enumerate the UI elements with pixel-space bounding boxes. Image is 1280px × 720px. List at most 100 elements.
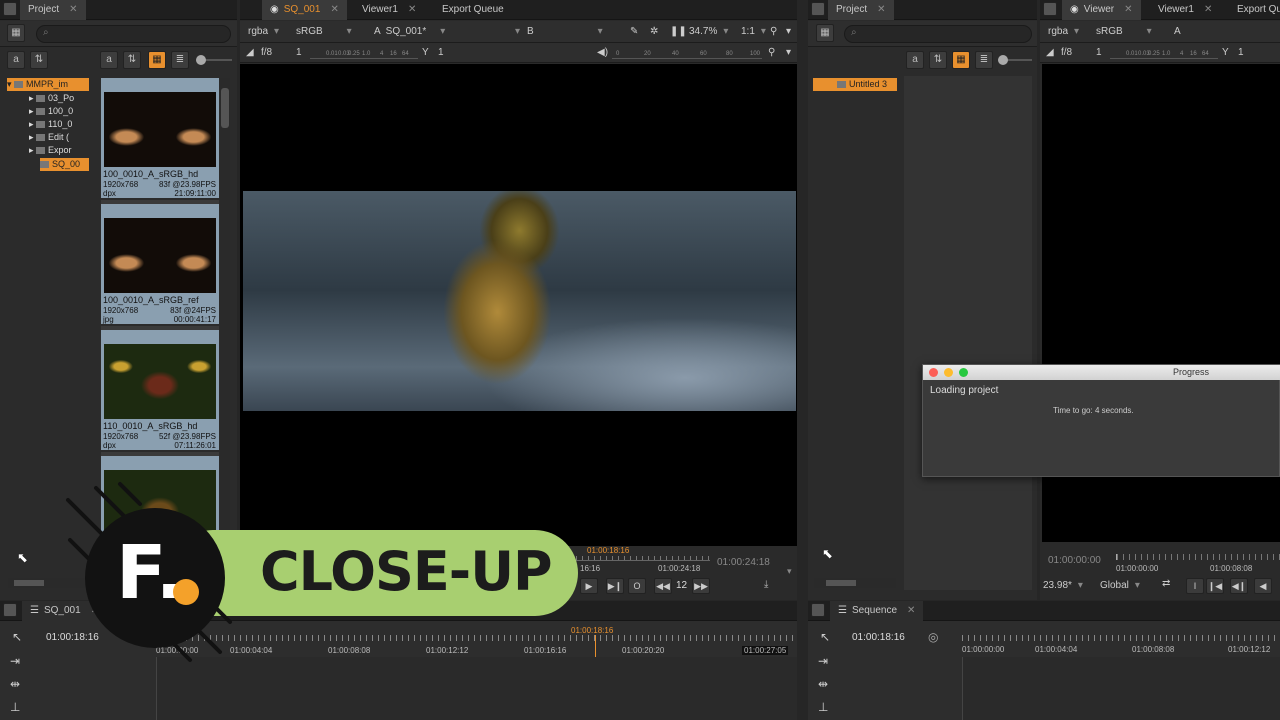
bin-folder-selected[interactable]: SQ_00 (40, 158, 89, 171)
list-view-icon[interactable]: ≣ (171, 51, 189, 69)
viewer-canvas[interactable] (240, 64, 797, 546)
chevron-down-icon[interactable]: ▾ (786, 21, 791, 43)
search-input[interactable]: ⌕ (844, 25, 1032, 43)
sort-order-icon[interactable]: ⇅ (30, 51, 48, 69)
clip-thumbnail[interactable]: 100_0010_A_sRGB_hd 1920x768 83f @23.98FP… (101, 78, 219, 200)
y-value[interactable]: 1 (1238, 43, 1244, 63)
close-window-icon[interactable] (929, 368, 938, 377)
search-input[interactable]: ⌕ (36, 25, 231, 43)
y-value[interactable]: 1 (438, 43, 444, 63)
input-b-select[interactable]: B ▾ (527, 21, 603, 43)
tree-scrollbar[interactable] (814, 578, 896, 588)
bin-folder[interactable]: ▸ Edit ( (29, 131, 69, 144)
timeline-ruler[interactable]: 01:00:00:00 01:00:04:04 01:00:08:08 01:0… (962, 626, 1280, 656)
thumbnail-view-icon[interactable]: ▦ (148, 51, 166, 69)
thumb-size-slider[interactable] (196, 55, 232, 65)
current-timecode[interactable]: 01:00:18:16 (852, 632, 905, 643)
bin-folder[interactable]: ▸ 03_Po (29, 92, 74, 105)
razor-tool-icon[interactable]: ⊥ (10, 700, 20, 714)
clip-thumbnail[interactable]: 110_0010_A_sRGB_hd 1920x768 52f @23.98FP… (101, 330, 219, 452)
gain-ruler[interactable]: 0 20 40 60 80 100 (612, 47, 762, 59)
loop-icon[interactable]: ⇄ (1162, 578, 1170, 589)
channels-select[interactable]: rgba ▾ (1048, 21, 1079, 43)
step-forward-button[interactable]: ▶▶ (692, 578, 710, 594)
tab-project[interactable]: Project ✕ (20, 0, 86, 20)
input-a-select[interactable]: A SQ_001* ▾ (374, 21, 445, 43)
play-button[interactable]: ▶ (580, 578, 598, 594)
step-back-button[interactable]: ◀❙ (1230, 578, 1248, 594)
zoom-select[interactable]: 34.7% ▾ (689, 21, 728, 43)
settings-icon[interactable]: ✲ (650, 21, 658, 43)
zoom-window-icon[interactable] (959, 368, 968, 377)
clip-thumbnail[interactable]: 100_0010_A_sRGB_ref 1920x768 83f @24FPS … (101, 204, 219, 326)
select-tool-icon[interactable]: ↖ (820, 630, 830, 644)
eyedropper-icon[interactable]: ⚲ (770, 21, 777, 43)
sort-order-icon-2[interactable]: ⇅ (123, 51, 141, 69)
frame-value[interactable]: 1 (296, 43, 302, 63)
chevron-down-icon[interactable]: ▾ (787, 566, 792, 577)
sort-az-icon[interactable]: a (7, 51, 25, 69)
sort-order-icon[interactable]: ⇅ (929, 51, 947, 69)
play-reverse-button[interactable]: ◀ (1254, 578, 1272, 594)
minimize-window-icon[interactable] (944, 368, 953, 377)
sort-az-icon[interactable]: a (906, 51, 924, 69)
tab-sq-001[interactable]: ◉ SQ_001 ✕ (262, 0, 347, 20)
exposure-ruler[interactable]: 0.01 0.03 0.25 1.0 4 16 64 (310, 47, 418, 59)
panel-menu-icon[interactable] (3, 603, 17, 617)
right-timeline[interactable]: 01:00:00:00 01:00:08:08 (1116, 550, 1280, 574)
volume-icon[interactable]: ◀) (597, 43, 608, 63)
scope-select[interactable]: Global ▾ (1100, 580, 1140, 591)
pause-icon[interactable]: ❚❚ (670, 21, 687, 43)
select-tool-icon[interactable]: ↖ (12, 630, 22, 644)
channels-select[interactable]: rgba ▾ (248, 21, 279, 43)
track-area[interactable] (156, 657, 797, 720)
panel-menu-icon[interactable] (811, 603, 825, 617)
go-start-button[interactable]: ❙◀ (1206, 578, 1224, 594)
close-icon[interactable]: ✕ (69, 4, 77, 15)
thumb-size-slider[interactable] (998, 55, 1032, 65)
frame-step-value[interactable]: 12 (676, 580, 687, 591)
tab-viewer1[interactable]: Viewer1 ✕ (1150, 0, 1220, 20)
eyedropper-icon[interactable]: ⚲ (768, 43, 775, 63)
bin-folder[interactable]: ▸ 100_0 (29, 105, 73, 118)
track-tool-icon[interactable]: ⇥ (10, 654, 20, 668)
bin-folder[interactable]: ▸ Expor (29, 144, 72, 157)
colorspace-select[interactable]: sRGB ▾ (296, 21, 352, 43)
paint-icon[interactable]: ✎ (630, 21, 638, 43)
input-a-dropdown[interactable]: ▾ (460, 21, 520, 43)
tab-viewer1[interactable]: Viewer1 ✕ (354, 0, 424, 20)
close-icon[interactable]: ✕ (330, 4, 338, 15)
exposure-ruler[interactable]: 0.01 0.03 0.25 1.0 4 16 64 (1110, 47, 1218, 59)
tab-sequence[interactable]: ☰ Sequence ✕ (830, 601, 924, 621)
sort-az-icon-2[interactable]: a (100, 51, 118, 69)
grid-view-icon[interactable]: ▦ (816, 24, 834, 42)
right-timecode[interactable]: 01:00:00:00 (1048, 555, 1101, 566)
grid-view-icon[interactable]: ▦ (7, 24, 25, 42)
tab-project[interactable]: Project ✕ (828, 0, 894, 20)
snap-icon[interactable]: ◎ (928, 630, 938, 644)
track-area[interactable] (962, 657, 1280, 720)
next-frame-button[interactable]: ▶❙ (606, 578, 624, 594)
track-tool-icon[interactable]: ⇥ (818, 654, 828, 668)
step-back-button[interactable]: ◀◀ (654, 578, 672, 594)
tab-viewer[interactable]: ◉ Viewer ✕ (1062, 0, 1141, 20)
fstop-value[interactable]: f/8 (1061, 43, 1072, 63)
fstop-value[interactable]: f/8 (261, 43, 272, 63)
fps-select[interactable]: 23.98* ▾ (1043, 580, 1083, 591)
close-icon[interactable]: ✕ (1124, 4, 1132, 15)
export-icon[interactable]: ⤓ (764, 579, 768, 590)
tab-export-queue[interactable]: Export Queue (434, 0, 512, 20)
frame-value[interactable]: 1 (1096, 43, 1102, 63)
tab-export-queue[interactable]: Export Queu (1229, 0, 1280, 20)
in-point-button[interactable]: I (1186, 578, 1204, 594)
bin-root[interactable]: Untitled 3 (813, 78, 897, 91)
slip-tool-icon[interactable]: ⇹ (10, 677, 20, 691)
thumbnail-view-icon[interactable]: ▦ (952, 51, 970, 69)
bin-root[interactable]: ▾ MMPR_im (7, 78, 89, 91)
input-a-select[interactable]: A (1174, 21, 1181, 43)
close-icon[interactable]: ✕ (408, 4, 416, 15)
close-icon[interactable]: ✕ (1204, 4, 1212, 15)
timeline-ruler[interactable]: 01:00:18:16 01:00:00:00 01:00:04:04 01:0… (156, 626, 797, 656)
panel-menu-icon[interactable] (3, 2, 17, 16)
razor-tool-icon[interactable]: ⊥ (818, 700, 828, 714)
